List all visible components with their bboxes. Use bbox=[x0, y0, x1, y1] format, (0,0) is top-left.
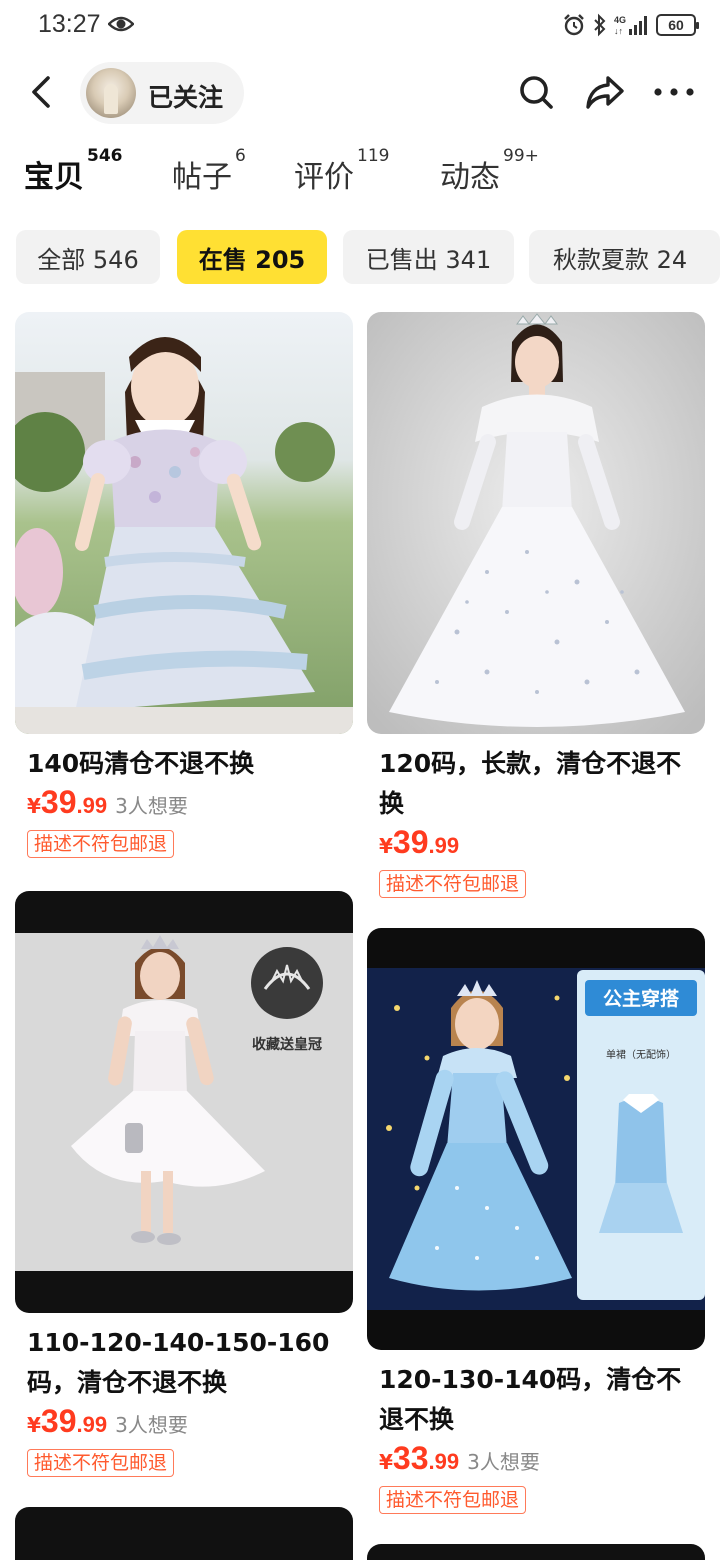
product-title[interactable]: 120码，长款，清仓不退不换 bbox=[367, 734, 705, 824]
dress-label: 单裙（无配饰） bbox=[606, 1048, 676, 1061]
product-title[interactable]: 110-120-140-150-160码，清仓不退不换 bbox=[15, 1313, 353, 1403]
tab-label: 评价 bbox=[294, 160, 354, 195]
currency-symbol: ¥ bbox=[27, 794, 41, 818]
price-integer: 39 bbox=[40, 1403, 77, 1439]
price-integer: 39 bbox=[392, 824, 429, 860]
price-integer: 39 bbox=[40, 784, 77, 820]
search-icon[interactable] bbox=[516, 72, 556, 112]
battery-indicator: 60 bbox=[656, 14, 699, 36]
product-image[interactable]: 收藏送皇冠 bbox=[15, 891, 353, 1313]
svg-text:↓↑: ↓↑ bbox=[614, 26, 623, 36]
tab-reviews[interactable]: 评价119 bbox=[294, 146, 389, 196]
product-title[interactable]: 120-130-140码，清仓不退不换 bbox=[367, 1350, 705, 1440]
filter-label: 已售出 341 bbox=[365, 245, 492, 274]
price-row: ¥39.99 3人想要 bbox=[15, 1403, 353, 1447]
princess-title: 公主穿搭 bbox=[603, 987, 680, 1010]
follow-label: 已关注 bbox=[148, 83, 224, 112]
status-bar: 13:27 4G ↓↑ 60 bbox=[0, 0, 720, 52]
tab-label: 宝贝 bbox=[24, 160, 84, 195]
price-integer: 33 bbox=[392, 1440, 429, 1476]
want-count: 3人想要 bbox=[115, 1413, 188, 1437]
return-policy-tag: 描述不符包邮退 bbox=[379, 870, 527, 898]
eye-icon bbox=[108, 16, 134, 32]
return-policy-tag: 描述不符包邮退 bbox=[27, 1449, 175, 1477]
return-policy-tag: 描述不符包邮退 bbox=[27, 830, 175, 858]
status-time: 13:27 bbox=[38, 10, 101, 38]
want-count: 3人想要 bbox=[467, 1450, 540, 1474]
filter-on-sale[interactable]: 在售 205 bbox=[177, 230, 327, 284]
price-decimal: .99 bbox=[428, 1449, 460, 1474]
avatar[interactable] bbox=[86, 68, 136, 118]
currency-symbol: ¥ bbox=[27, 1413, 41, 1437]
filter-chips: 全部 546 在售 205 已售出 341 秋款夏款 24 bbox=[16, 230, 720, 286]
return-policy-tag: 描述不符包邮退 bbox=[379, 1486, 527, 1514]
tab-activity[interactable]: 动态99+ bbox=[440, 146, 539, 196]
filter-label: 在售 205 bbox=[198, 245, 306, 274]
want-count: 3人想要 bbox=[115, 794, 188, 818]
share-icon[interactable] bbox=[584, 72, 626, 112]
product-card-partial[interactable] bbox=[15, 1507, 353, 1560]
product-card-partial[interactable] bbox=[367, 1544, 705, 1560]
status-icons: 4G ↓↑ 60 bbox=[562, 12, 699, 38]
header: 已关注 bbox=[0, 58, 720, 130]
price-row: ¥39.99 3人想要 bbox=[15, 784, 353, 828]
product-image[interactable] bbox=[15, 312, 353, 734]
tab-count: 99+ bbox=[503, 146, 539, 166]
filter-sold[interactable]: 已售出 341 bbox=[343, 230, 514, 284]
crown-caption: 收藏送皇冠 bbox=[252, 1036, 322, 1053]
product-card[interactable]: 140码清仓不退不换 ¥39.99 3人想要 描述不符包邮退 bbox=[15, 312, 353, 858]
tab-count: 6 bbox=[235, 146, 246, 166]
tab-label: 帖子 bbox=[172, 160, 232, 195]
product-card[interactable]: 120码，长款，清仓不退不换 ¥39.99 描述不符包邮退 bbox=[367, 312, 705, 898]
product-image[interactable]: 公主穿搭 单裙（无配饰） bbox=[367, 928, 705, 1350]
tab-count: 119 bbox=[357, 146, 390, 166]
tab-count: 546 bbox=[87, 146, 123, 166]
filter-label: 秋款夏款 24 bbox=[553, 245, 688, 274]
price-decimal: .99 bbox=[76, 1412, 108, 1437]
product-card[interactable]: 公主穿搭 单裙（无配饰） 120-130-140码，清仓不退不换 ¥33.99 … bbox=[367, 928, 705, 1514]
tab-label: 动态 bbox=[440, 160, 500, 195]
back-icon[interactable] bbox=[26, 72, 58, 112]
filter-seasonal[interactable]: 秋款夏款 24 bbox=[529, 230, 720, 284]
tab-posts[interactable]: 帖子6 bbox=[172, 146, 246, 196]
follow-button[interactable]: 已关注 bbox=[80, 62, 244, 124]
more-icon[interactable] bbox=[652, 72, 696, 112]
price-decimal: .99 bbox=[428, 833, 460, 858]
tab-bar: 宝贝546 帖子6 评价119 动态99+ bbox=[0, 146, 720, 204]
product-image[interactable] bbox=[367, 312, 705, 734]
bluetooth-icon bbox=[594, 13, 606, 37]
tab-items[interactable]: 宝贝546 bbox=[24, 146, 123, 196]
product-title[interactable]: 140码清仓不退不换 bbox=[15, 734, 353, 784]
battery-level: 60 bbox=[668, 17, 684, 33]
currency-symbol: ¥ bbox=[379, 1450, 393, 1474]
alarm-icon bbox=[564, 14, 584, 36]
filter-all[interactable]: 全部 546 bbox=[16, 230, 160, 284]
price-row: ¥33.99 3人想要 bbox=[367, 1440, 705, 1484]
filter-label: 全部 546 bbox=[37, 245, 139, 274]
price-row: ¥39.99 bbox=[367, 824, 705, 868]
currency-symbol: ¥ bbox=[379, 834, 393, 858]
signal-icon: 4G ↓↑ bbox=[614, 15, 647, 36]
price-decimal: .99 bbox=[76, 793, 108, 818]
svg-text:4G: 4G bbox=[614, 15, 626, 25]
product-card[interactable]: 收藏送皇冠 110-120-140-150-160码，清仓不退不换 ¥39.99… bbox=[15, 891, 353, 1477]
